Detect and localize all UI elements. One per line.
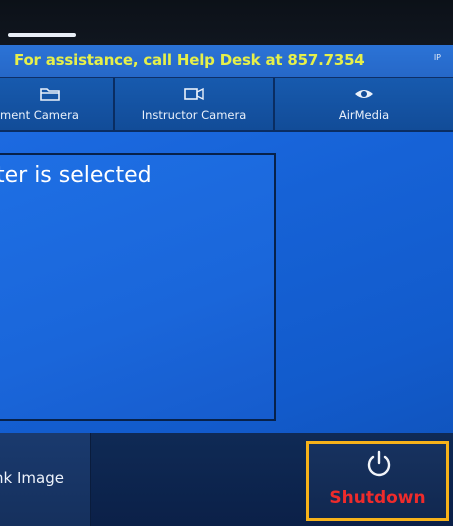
blank-image-label: nk Image [0,469,64,487]
help-desk-text: For assistance, call Help Desk at 857.73… [14,51,365,69]
corner-label: IP [433,53,441,62]
source-label: AirMedia [338,108,390,122]
source-label: Instructor Camera [141,108,247,122]
tab-indicator [8,33,76,37]
video-camera-icon [184,87,204,101]
source-label: ment Camera [0,108,79,122]
touch-panel-screen: For assistance, call Help Desk at 857.73… [0,0,453,526]
source-document-camera-button[interactable]: ment Camera [0,78,115,130]
source-preview-window: ter is selected [0,153,276,421]
preview-status-text: ter is selected [0,163,152,188]
blank-image-button[interactable]: nk Image [0,433,91,526]
source-selector: ment Camera Instructor Camera AirMedia [0,78,453,132]
source-airmedia-button[interactable]: AirMedia [275,78,453,130]
top-bezel [0,0,453,45]
source-instructor-camera-button[interactable]: Instructor Camera [115,78,275,130]
folder-icon [40,88,60,101]
shutdown-label: Shutdown [329,488,426,508]
eye-icon [355,90,373,98]
shutdown-button[interactable]: Shutdown [306,441,449,521]
power-icon [367,450,391,477]
help-desk-bar: For assistance, call Help Desk at 857.73… [0,45,453,78]
